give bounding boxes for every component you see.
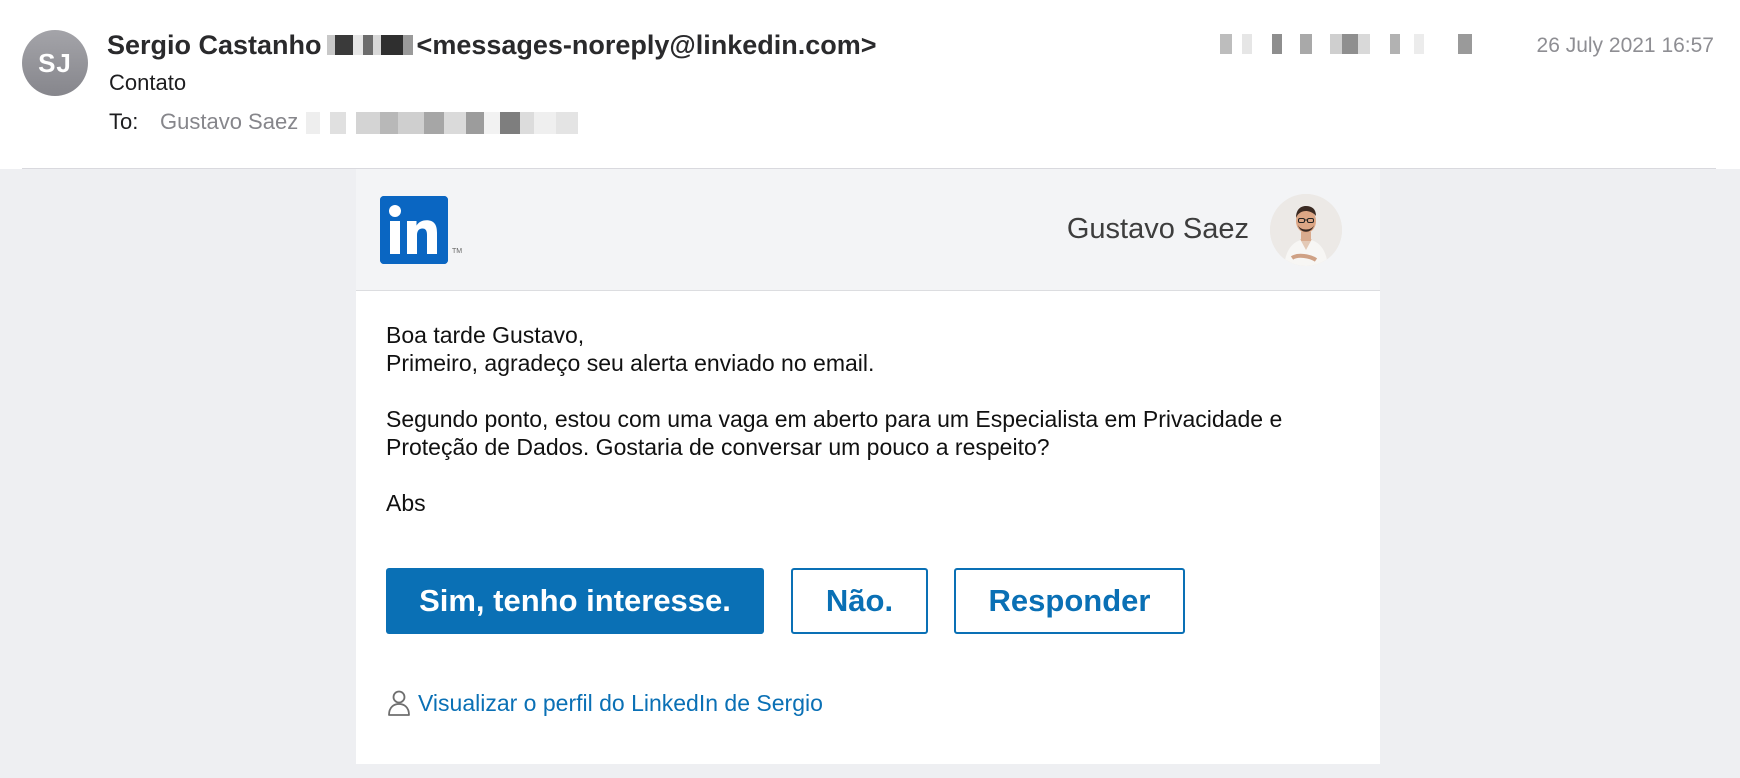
linkedin-logo-icon[interactable] xyxy=(380,196,448,264)
message-line: Abs xyxy=(386,490,426,516)
message-line: Proteção de Dados. Gostaria de conversar… xyxy=(386,434,1050,460)
recipient-profile-photo[interactable] xyxy=(1270,194,1342,266)
redacted-block xyxy=(1220,34,1472,54)
message-line: Primeiro, agradeço seu alerta enviado no… xyxy=(386,350,875,376)
message-line: Boa tarde Gustavo, xyxy=(386,322,585,348)
to-recipient-name[interactable]: Gustavo Saez xyxy=(160,109,298,134)
message-body: Boa tarde Gustavo, Primeiro, agradeço se… xyxy=(386,321,1346,517)
reply-button[interactable]: Responder xyxy=(954,568,1185,634)
no-button[interactable]: Não. xyxy=(791,568,928,634)
card-recipient-name: Gustavo Saez xyxy=(1066,213,1249,245)
to-recipient[interactable]: Gustavo Saez xyxy=(160,109,579,135)
mail-subject: Contato xyxy=(109,70,187,95)
yes-interested-button[interactable]: Sim, tenho interesse. xyxy=(386,568,764,634)
mail-date: 26 July 2021 16:57 xyxy=(1536,34,1714,57)
person-icon xyxy=(388,690,410,716)
view-profile-link[interactable]: Visualizar o perfil do LinkedIn de Sergi… xyxy=(386,689,823,717)
linkedin-message-card: TM Gustavo Saez Boa tarde Gustavo, Prime… xyxy=(356,169,1380,764)
mail-body: TM Gustavo Saez Boa tarde Gustavo, Prime… xyxy=(0,169,1740,778)
message-line: Segundo ponto, estou com uma vaga em abe… xyxy=(386,406,1283,432)
trademark-mark: TM xyxy=(452,248,463,255)
view-profile-link-label[interactable]: Visualizar o perfil do LinkedIn de Sergi… xyxy=(418,690,823,717)
card-header: TM Gustavo Saez xyxy=(356,169,1380,291)
sender-name[interactable]: Sergio Castanho xyxy=(107,30,322,61)
mail-header: SJ Sergio Castanho <messages-noreply@lin… xyxy=(0,0,1740,168)
redacted-block xyxy=(306,112,579,135)
sender-avatar: SJ xyxy=(22,30,88,96)
sender-email[interactable]: <messages-noreply@linkedin.com> xyxy=(417,30,877,61)
to-label: To: xyxy=(109,109,139,134)
from-line: Sergio Castanho <messages-noreply@linked… xyxy=(107,28,877,62)
redacted-block xyxy=(326,35,413,55)
